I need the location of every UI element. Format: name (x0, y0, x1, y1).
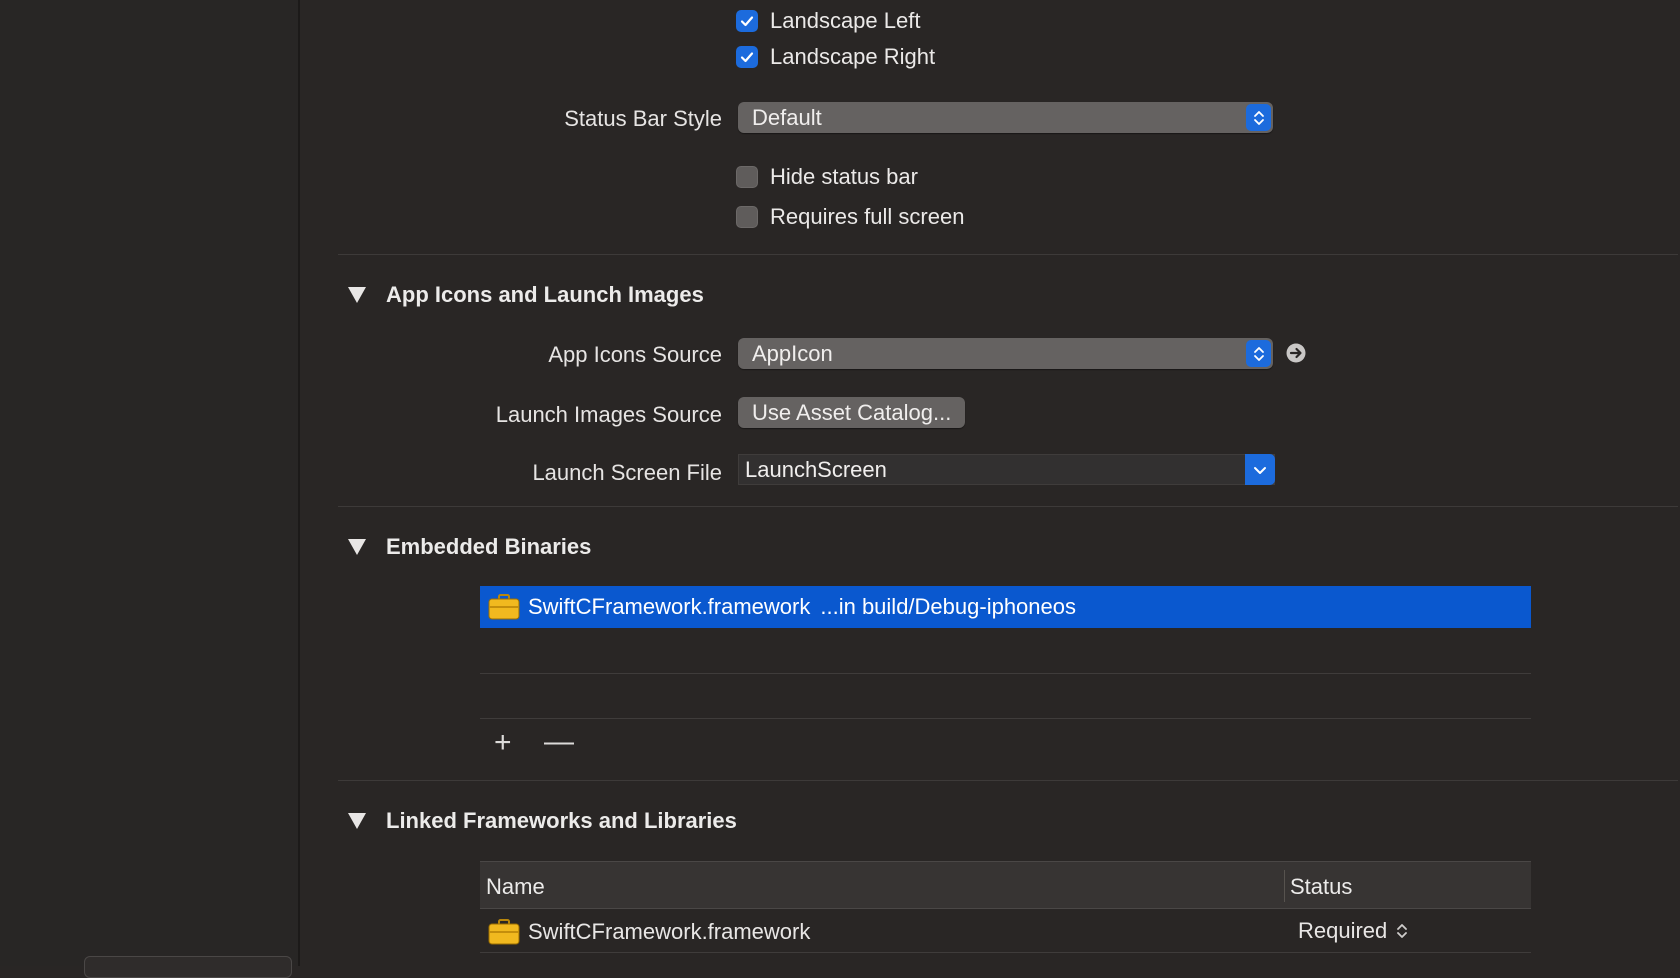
app-icons-source-value: AppIcon (752, 341, 833, 366)
checkmark-icon (736, 46, 758, 68)
framework-icon (488, 919, 520, 945)
linked-frameworks-table-header: Name Status (480, 861, 1531, 909)
linked-framework-row[interactable]: SwiftCFramework.framework Required (480, 912, 1531, 952)
chevron-down-icon[interactable] (1245, 454, 1275, 485)
updown-arrows-icon (1246, 104, 1271, 131)
updown-arrows-icon (1246, 340, 1271, 367)
table-row-separator (480, 718, 1531, 719)
linked-framework-status: Required (1298, 918, 1388, 943)
linked-frameworks-section-header[interactable]: Linked Frameworks and Libraries (348, 808, 737, 834)
embedded-binaries-section-header[interactable]: Embedded Binaries (348, 534, 591, 560)
app-icons-source-popup[interactable]: AppIcon (738, 338, 1273, 369)
general-settings-pane: Landscape Left Landscape Right Status Ba… (302, 0, 1680, 966)
launch-screen-file-combo[interactable]: LaunchScreen (738, 454, 1275, 485)
framework-icon (488, 594, 520, 620)
column-separator[interactable] (1284, 870, 1285, 902)
launch-screen-file-label: Launch Screen File (532, 460, 722, 485)
column-header-name[interactable]: Name (486, 874, 545, 900)
landscape-right-label: Landscape Right (770, 44, 936, 69)
requires-full-screen-label: Requires full screen (770, 204, 965, 229)
disclosure-triangle-icon[interactable] (348, 539, 366, 555)
requires-full-screen-checkbox[interactable]: Requires full screen (736, 204, 964, 230)
status-bar-style-label: Status Bar Style (564, 106, 722, 131)
column-header-status[interactable]: Status (1290, 874, 1352, 900)
use-asset-catalog-button[interactable]: Use Asset Catalog... (738, 397, 966, 428)
linked-framework-name: SwiftCFramework.framework (528, 919, 811, 944)
checkmark-icon (736, 10, 758, 32)
navigator-filter-field[interactable] (84, 956, 292, 978)
launch-screen-file-value: LaunchScreen (745, 457, 887, 482)
linked-frameworks-title: Linked Frameworks and Libraries (386, 808, 737, 833)
hide-status-bar-checkbox[interactable]: Hide status bar (736, 164, 918, 190)
disclosure-triangle-icon[interactable] (348, 813, 366, 829)
embedded-binary-path: ...in build/Debug-iphoneos (820, 594, 1076, 619)
disclosure-triangle-icon[interactable] (348, 287, 366, 303)
remove-button[interactable]: — (544, 727, 574, 757)
navigator-sidebar (0, 0, 300, 978)
embedded-binaries-title: Embedded Binaries (386, 534, 592, 559)
embedded-binary-row[interactable]: SwiftCFramework.framework ...in build/De… (480, 586, 1531, 628)
app-icons-source-label: App Icons Source (548, 342, 722, 367)
table-row-separator (480, 952, 1531, 953)
hide-status-bar-label: Hide status bar (770, 164, 918, 189)
go-arrow-icon[interactable] (1286, 343, 1306, 363)
checkbox-box (736, 166, 758, 188)
add-button[interactable]: + (494, 728, 512, 758)
section-divider (338, 254, 1678, 255)
app-icons-section-title: App Icons and Launch Images (386, 282, 704, 307)
landscape-left-checkbox[interactable]: Landscape Left (736, 8, 920, 34)
app-icons-section-header[interactable]: App Icons and Launch Images (348, 282, 704, 308)
landscape-left-label: Landscape Left (770, 8, 921, 33)
launch-images-source-label: Launch Images Source (495, 402, 722, 427)
linked-framework-status-popup[interactable]: Required (1298, 918, 1409, 944)
embedded-binary-name: SwiftCFramework.framework (528, 594, 811, 619)
table-row-separator (480, 673, 1531, 674)
status-bar-style-popup[interactable]: Default (738, 102, 1273, 133)
landscape-right-checkbox[interactable]: Landscape Right (736, 44, 935, 70)
checkbox-box (736, 206, 758, 228)
updown-arrows-icon (1397, 924, 1408, 938)
section-divider (338, 780, 1678, 781)
section-divider (338, 506, 1678, 507)
status-bar-style-value: Default (752, 105, 822, 130)
